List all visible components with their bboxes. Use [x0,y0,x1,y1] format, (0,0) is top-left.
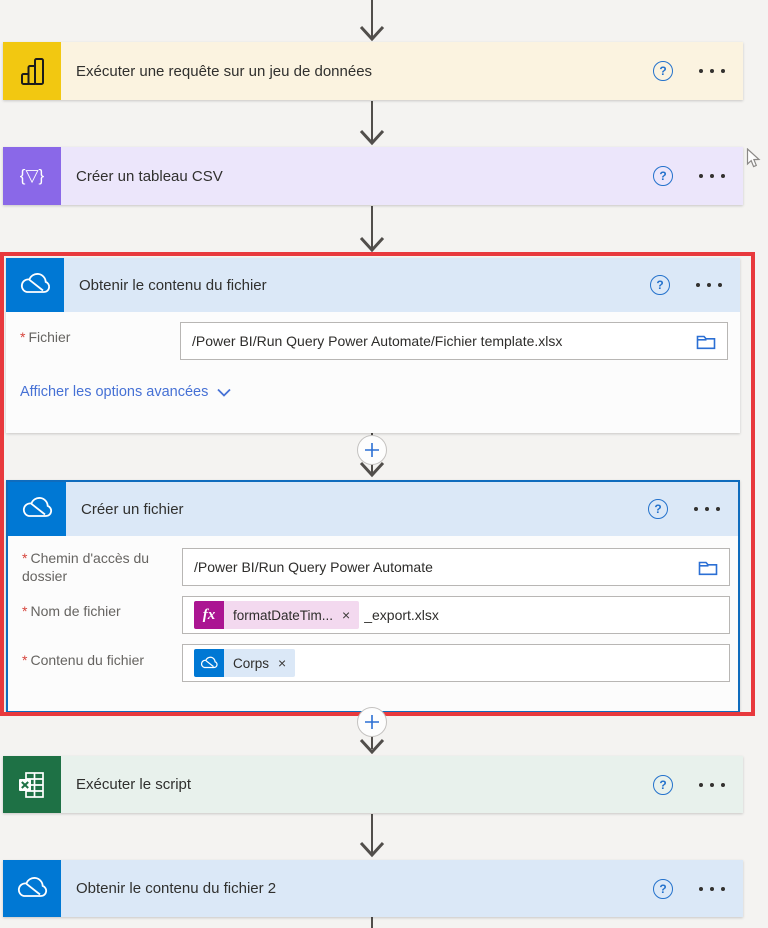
field-label-contenu: * Contenu du fichier [22,652,145,668]
field-label-fichier: * Fichier [20,329,71,345]
chip-close-icon[interactable]: × [342,607,350,623]
connector-arrow [359,0,385,42]
dynamic-content-chip[interactable]: Corps × [194,649,296,677]
ellipsis-menu-icon[interactable] [694,507,720,512]
onedrive-icon [6,258,64,312]
action-card-run-query[interactable]: Exécuter une requête sur un jeu de donné… [3,42,743,100]
dynamic-content-chip-label: Corps [233,655,270,671]
folder-picker-icon[interactable] [695,331,717,351]
file-path-value: /Power BI/Run Query Power Automate/Fichi… [192,333,563,349]
data-operation-icon: {▽} [3,147,61,205]
filename-suffix-text: _export.xlsx [364,607,439,623]
excel-icon [3,756,61,813]
mouse-cursor [746,148,761,168]
connector-arrow [359,206,385,253]
advanced-options-link[interactable]: Afficher les options avancées [20,384,231,400]
help-icon[interactable]: ? [653,878,673,899]
help-icon[interactable]: ? [650,275,670,295]
action-title: Exécuter une requête sur un jeu de donné… [76,62,373,80]
chip-close-icon[interactable]: × [278,655,286,671]
action-card-create-csv[interactable]: {▽} Créer un tableau CSV ? [3,147,743,205]
ellipsis-menu-icon[interactable] [699,69,725,74]
onedrive-icon [194,649,224,677]
help-icon[interactable]: ? [653,61,673,81]
action-card-create-file[interactable]: Créer un fichier ? * Chemin d'accès du do… [6,480,740,713]
folder-path-value: /Power BI/Run Query Power Automate [194,559,433,575]
action-card-run-script[interactable]: Exécuter le script ? [3,756,743,813]
file-content-input[interactable]: Corps × [182,644,730,682]
action-title: Créer un fichier [81,500,184,518]
folder-picker-icon[interactable] [697,557,719,577]
connector-line [371,917,373,928]
action-title: Obtenir le contenu du fichier 2 [76,880,277,897]
ellipsis-menu-icon[interactable] [696,283,722,288]
onedrive-icon [8,482,66,536]
expression-chip[interactable]: fx formatDateTim... × [194,601,360,629]
field-label-nom-fichier: * Nom de fichier [22,603,121,619]
folder-path-input[interactable]: /Power BI/Run Query Power Automate [182,548,730,586]
action-title: Exécuter le script [76,776,192,793]
action-title: Obtenir le contenu du fichier [79,276,267,294]
expression-chip-label: formatDateTim... [233,607,334,623]
help-icon[interactable]: ? [653,166,673,186]
connector-arrow [359,101,385,146]
required-marker: * [22,550,28,566]
flow-canvas: Exécuter une requête sur un jeu de donné… [0,0,768,928]
insert-step-button[interactable] [357,707,387,737]
file-input[interactable]: /Power BI/Run Query Power Automate/Fichi… [180,322,728,360]
field-label-chemin: * Chemin d'accès du dossier [22,550,150,585]
ellipsis-menu-icon[interactable] [699,174,725,179]
required-marker: * [20,329,26,345]
filename-input[interactable]: fx formatDateTim... × _export.xlsx [182,596,730,634]
ellipsis-menu-icon[interactable] [699,782,725,788]
chevron-down-icon [217,388,231,397]
required-marker: * [22,603,28,619]
help-icon[interactable]: ? [648,499,668,519]
action-card-get-file-content[interactable]: Obtenir le contenu du fichier ? * Fichier… [6,258,740,433]
onedrive-icon [3,860,61,917]
required-marker: * [22,652,28,668]
fx-expression-icon: fx [194,601,224,629]
help-icon[interactable]: ? [653,774,673,795]
ellipsis-menu-icon[interactable] [699,886,725,892]
action-card-get-file-content-2[interactable]: Obtenir le contenu du fichier 2 ? [3,860,743,917]
connector-arrow [359,814,385,858]
action-title: Créer un tableau CSV [76,167,223,185]
insert-step-button[interactable] [357,435,387,465]
powerbi-icon [3,42,61,100]
